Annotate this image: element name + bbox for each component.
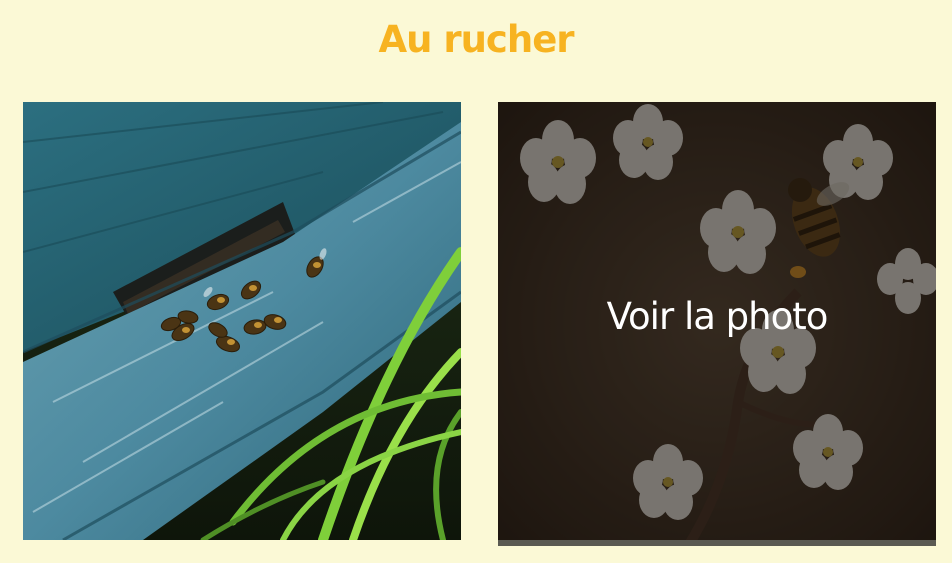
section-title: Au rucher — [378, 18, 574, 61]
photo-bees-hive[interactable] — [23, 102, 461, 540]
photo-bee-blossoms[interactable]: Voir la photo — [498, 102, 936, 546]
view-photo-label[interactable]: Voir la photo — [498, 102, 936, 538]
bees-hive-image — [23, 102, 461, 540]
photo-bottom-bar — [498, 540, 936, 546]
gallery-section: Au rucher Voir la photo — [0, 0, 952, 563]
